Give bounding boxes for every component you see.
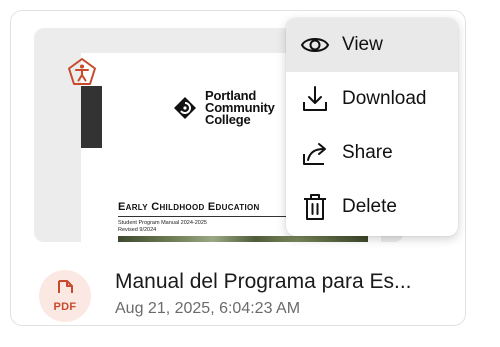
pdf-label: PDF xyxy=(53,301,77,313)
menu-item-share[interactable]: Share xyxy=(286,126,458,180)
document-subtitle-line-2: Revised 9/2024 xyxy=(118,227,157,233)
document-side-bar xyxy=(81,86,102,148)
eye-icon xyxy=(300,38,330,52)
menu-item-label: View xyxy=(342,34,383,55)
file-name[interactable]: Manual del Programa para Es... xyxy=(115,270,411,294)
document-subtitle-line-1: Student Program Manual 2024-2025 xyxy=(118,220,207,226)
menu-item-download[interactable]: Download xyxy=(286,72,458,126)
pdf-file-badge: PDF xyxy=(39,270,91,322)
file-date: Aug 21, 2025, 6:04:23 AM xyxy=(115,300,301,317)
context-menu: View Download Share Delete xyxy=(286,18,458,236)
college-logo-text: Portland Community College xyxy=(205,89,275,127)
trash-icon xyxy=(304,194,326,220)
logo-line-3: College xyxy=(205,112,251,127)
download-icon xyxy=(303,86,327,111)
menu-item-label: Delete xyxy=(342,196,397,217)
file-icon xyxy=(58,280,73,293)
menu-item-label: Download xyxy=(342,88,427,109)
document-photo xyxy=(118,236,368,242)
accessibility-pentagon-icon[interactable] xyxy=(66,56,98,88)
menu-item-delete[interactable]: Delete xyxy=(286,180,458,234)
menu-item-view[interactable]: View xyxy=(286,18,458,72)
document-heading: Early Childhood Education xyxy=(118,201,260,213)
menu-item-label: Share xyxy=(342,142,393,163)
share-icon xyxy=(303,143,326,165)
document-subtitle: Student Program Manual 2024-2025 Revised… xyxy=(118,220,207,234)
college-logo-icon xyxy=(174,97,196,119)
